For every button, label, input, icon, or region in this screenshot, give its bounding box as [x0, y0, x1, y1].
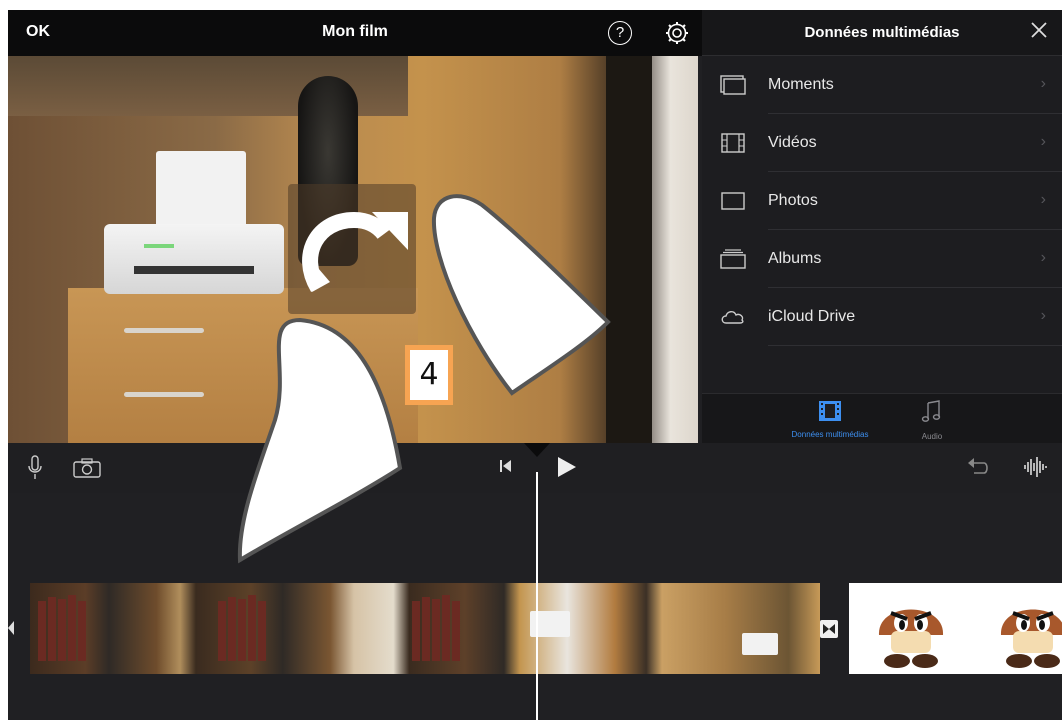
chevron-right-icon: ›	[1040, 133, 1046, 150]
clip-thumbnail	[412, 595, 460, 661]
playhead-line[interactable]	[536, 472, 538, 720]
music-note-icon	[921, 400, 941, 422]
waveform-icon	[1024, 457, 1047, 477]
camera-icon	[73, 458, 101, 478]
media-item-photos[interactable]: Photos ›	[702, 172, 1062, 230]
video-preview[interactable]	[8, 56, 698, 443]
tab-audio[interactable]: Audio	[882, 400, 982, 441]
skip-back-icon	[500, 460, 511, 472]
albums-icon	[720, 249, 746, 269]
microphone-icon	[28, 455, 42, 479]
media-item-label: Vidéos	[768, 134, 817, 151]
close-button[interactable]	[1030, 20, 1048, 44]
audio-waveform-button[interactable]	[1022, 455, 1050, 479]
film-strip-icon	[819, 401, 841, 421]
timeline-video-clip[interactable]	[30, 583, 820, 674]
media-panel-tabs: Données multimédias Audio	[702, 393, 1062, 443]
top-bar: OK Mon film ?	[8, 10, 702, 56]
settings-button[interactable]	[664, 20, 690, 46]
clip-thumbnail	[218, 595, 266, 661]
media-panel-title: Données multimédias	[804, 24, 960, 41]
media-panel-header: Données multimédias	[702, 10, 1062, 56]
step-number: 4	[410, 350, 448, 400]
media-panel: Données multimédias Moments › Vidéos › P…	[702, 10, 1062, 443]
gear-icon	[666, 22, 688, 44]
skip-to-start-button[interactable]	[498, 458, 514, 474]
playhead-marker[interactable]	[524, 443, 550, 457]
media-item-videos[interactable]: Vidéos ›	[702, 114, 1062, 172]
voiceover-button[interactable]	[26, 455, 44, 481]
photo-icon	[721, 192, 745, 210]
media-item-label: Photos	[768, 192, 818, 209]
help-button[interactable]: ?	[608, 21, 632, 45]
preview-scene-paper	[156, 151, 246, 229]
rotate-gesture-overlay	[288, 184, 416, 314]
tab-media-label: Données multimédias	[791, 430, 869, 439]
media-item-label: Albums	[768, 250, 822, 267]
play-button[interactable]	[556, 455, 578, 479]
goomba-thumbnail	[878, 609, 944, 668]
chevron-right-icon: ›	[1040, 307, 1046, 324]
transition-marker-left[interactable]	[8, 621, 14, 635]
moments-icon	[720, 75, 746, 95]
imovie-window: OK Mon film ? Données multimédias Moment…	[8, 10, 1062, 720]
undo-button[interactable]	[966, 456, 990, 478]
timeline-photo-clip[interactable]	[849, 583, 1062, 674]
play-icon	[558, 457, 576, 477]
transition-icon	[823, 624, 835, 634]
rotate-clockwise-icon	[302, 211, 408, 293]
tab-audio-label: Audio	[921, 432, 943, 441]
goomba-thumbnail	[1000, 609, 1062, 668]
chevron-right-icon: ›	[1040, 249, 1046, 266]
film-icon	[721, 133, 745, 153]
clip-thumbnail	[38, 595, 86, 661]
chevron-right-icon: ›	[1040, 191, 1046, 208]
media-item-label: Moments	[768, 76, 834, 93]
chevron-right-icon: ›	[1040, 75, 1046, 92]
media-item-albums[interactable]: Albums ›	[702, 230, 1062, 288]
preview-scene-door	[606, 56, 652, 443]
tab-media[interactable]: Données multimédias	[780, 400, 880, 439]
media-item-moments[interactable]: Moments ›	[702, 56, 1062, 114]
camera-button[interactable]	[72, 457, 102, 479]
transition-button[interactable]	[820, 620, 838, 638]
project-title: Mon film	[322, 23, 388, 40]
close-icon	[1031, 22, 1047, 38]
media-item-label: iCloud Drive	[768, 308, 856, 325]
clip-thumbnail-printer	[742, 633, 778, 655]
cloud-icon	[721, 311, 744, 324]
preview-scene-printer	[104, 224, 284, 294]
undo-icon	[968, 458, 988, 474]
media-item-icloud-drive[interactable]: iCloud Drive ›	[702, 288, 1062, 346]
step-number-badge: 4	[405, 345, 453, 405]
